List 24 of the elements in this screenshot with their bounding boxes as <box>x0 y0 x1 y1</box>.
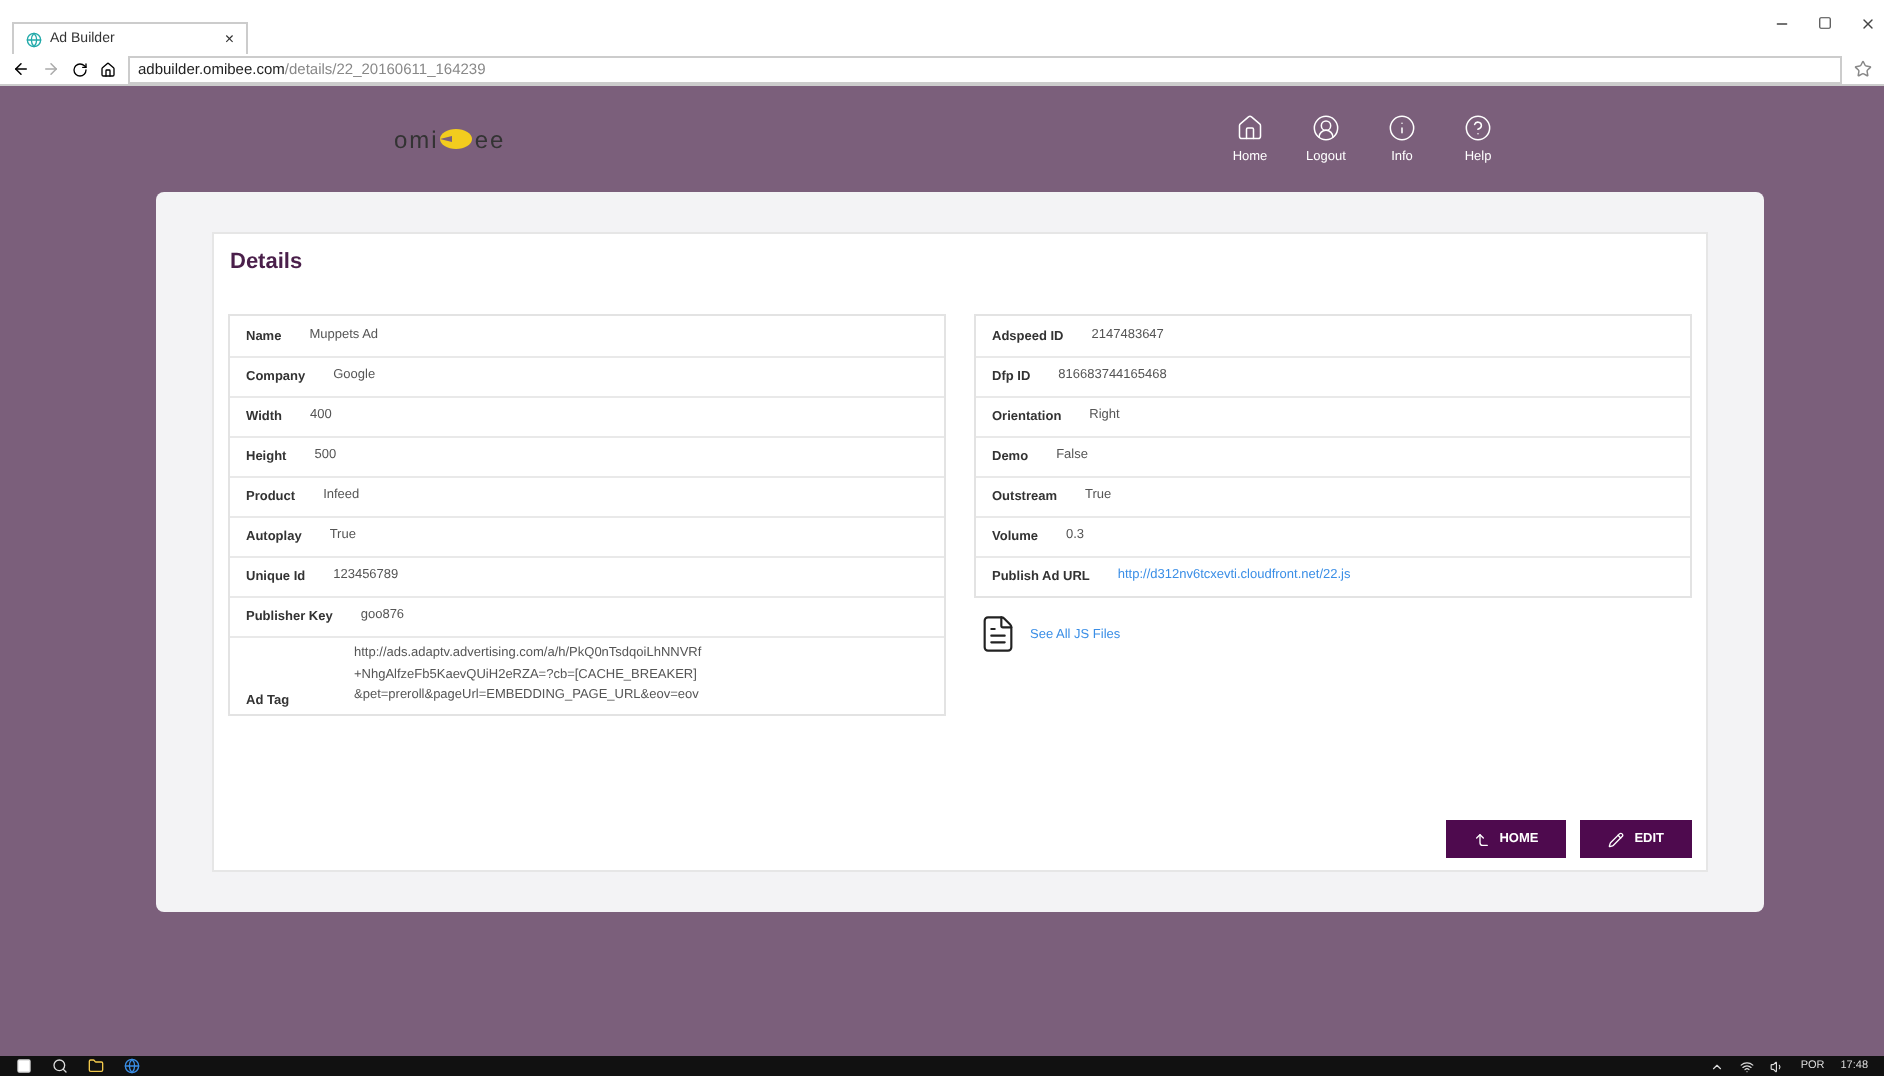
close-icon[interactable] <box>1860 16 1876 32</box>
home-icon <box>1236 114 1264 142</box>
globe-icon[interactable] <box>124 1058 140 1074</box>
search-icon[interactable] <box>52 1058 68 1074</box>
help-icon <box>1464 114 1492 142</box>
logo: omi ee <box>394 125 508 153</box>
bee-icon <box>438 128 475 150</box>
star-icon[interactable] <box>1854 60 1872 78</box>
back-icon[interactable] <box>12 60 30 78</box>
arrow-icon <box>1473 831 1490 847</box>
section-title: Details <box>228 248 305 278</box>
user-icon <box>1312 114 1340 142</box>
document-icon[interactable] <box>978 614 1018 654</box>
info-icon <box>1388 114 1416 142</box>
wifi-icon[interactable] <box>1740 1059 1755 1073</box>
reload-icon[interactable] <box>72 61 88 77</box>
pencil-icon <box>1608 831 1625 847</box>
folder-icon[interactable] <box>88 1058 104 1074</box>
globe-icon <box>26 31 42 47</box>
maximize-icon[interactable] <box>1818 16 1832 30</box>
speaker-icon[interactable] <box>1770 1059 1785 1073</box>
chevron-icon[interactable] <box>1710 1059 1725 1073</box>
home-icon[interactable] <box>100 61 116 77</box>
close-icon[interactable]: × <box>224 30 234 48</box>
